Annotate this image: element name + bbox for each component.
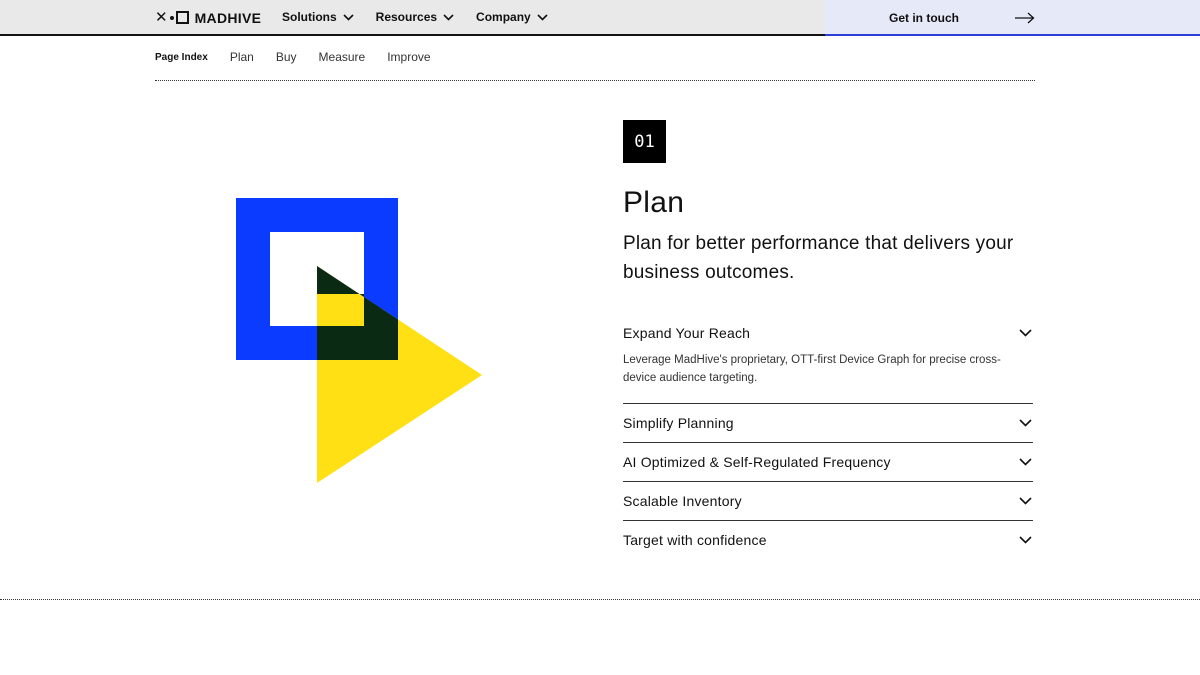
chevron-down-icon [537, 13, 548, 21]
section-number-badge: 01 [623, 120, 666, 163]
feature-accordion: Expand Your Reach Leverage MadHive's pro… [623, 318, 1033, 559]
section-title: Plan [623, 186, 685, 219]
section-subtitle: Plan for better performance that deliver… [623, 233, 1014, 283]
plan-illustration [236, 198, 482, 483]
accordion-header-simplify-planning[interactable]: Simplify Planning [623, 404, 1033, 442]
get-in-touch-button[interactable]: Get in touch [889, 9, 1035, 27]
arrow-right-icon [1015, 12, 1035, 24]
chevron-down-icon [1019, 497, 1032, 505]
page-index-link-buy[interactable]: Buy [276, 50, 297, 64]
get-in-touch-label: Get in touch [889, 11, 959, 25]
page-index-title: Page Index [155, 51, 208, 63]
page-index-link-improve[interactable]: Improve [387, 50, 430, 64]
chevron-down-icon [1019, 536, 1032, 544]
yellow-triangle [317, 266, 482, 483]
accordion-header-ai-frequency[interactable]: AI Optimized & Self-Regulated Frequency [623, 443, 1033, 481]
madhive-logo[interactable]: ✕ MADHIVE [155, 9, 261, 26]
page-index-link-measure[interactable]: Measure [319, 50, 366, 64]
accordion-label: Target with confidence [623, 532, 767, 548]
cta-underline [825, 34, 1200, 36]
logo-text: MADHIVE [194, 9, 262, 26]
accordion-label: Expand Your Reach [623, 325, 751, 341]
page-index: Page Index Plan Buy Measure Improve [155, 50, 431, 64]
accordion-label: Scalable Inventory [623, 493, 742, 509]
accordion-item: Scalable Inventory [623, 482, 1033, 521]
accordion-item: Target with confidence [623, 521, 1033, 559]
chevron-down-icon [1019, 458, 1032, 466]
accordion-label: AI Optimized & Self-Regulated Frequency [623, 454, 891, 470]
accordion-header-expand-your-reach[interactable]: Expand Your Reach [623, 318, 1033, 348]
accordion-header-scalable-inventory[interactable]: Scalable Inventory [623, 482, 1033, 520]
chevron-down-icon [343, 13, 354, 21]
menu-resources[interactable]: Resources [376, 10, 454, 24]
logo-mark-icon: ✕ [155, 10, 189, 25]
chevron-down-icon [1019, 419, 1032, 427]
menu-solutions-label: Solutions [282, 10, 337, 24]
menu-company-label: Company [476, 10, 531, 24]
accordion-item: AI Optimized & Self-Regulated Frequency [623, 443, 1033, 482]
menu-solutions[interactable]: Solutions [282, 10, 354, 24]
menu-resources-label: Resources [375, 10, 438, 24]
accordion-item: Expand Your Reach Leverage MadHive's pro… [623, 318, 1033, 404]
dotted-divider-top [155, 80, 1035, 81]
main-menu: Solutions Resources Company [282, 10, 548, 24]
menu-company[interactable]: Company [476, 10, 548, 24]
chevron-down-icon [443, 13, 454, 21]
accordion-header-target-with-confidence[interactable]: Target with confidence [623, 521, 1033, 559]
accordion-body: Leverage MadHive's proprietary, OTT-firs… [623, 354, 1001, 384]
dotted-divider-bottom [0, 599, 1200, 600]
accordion-label: Simplify Planning [623, 415, 734, 431]
accordion-item: Simplify Planning [623, 404, 1033, 443]
chevron-down-icon [1019, 329, 1032, 337]
page-index-link-plan[interactable]: Plan [230, 50, 254, 64]
